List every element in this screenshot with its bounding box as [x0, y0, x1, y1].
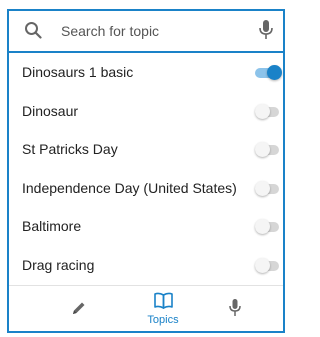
toggle-knob: [255, 103, 270, 119]
topic-row-independence-day: Independence Day (United States): [9, 169, 283, 208]
topic-toggle[interactable]: [255, 219, 281, 235]
microphone-icon[interactable]: [259, 20, 273, 40]
search-icon[interactable]: [24, 21, 42, 39]
microphone-icon: [229, 299, 241, 316]
search-bar: [9, 11, 283, 53]
toggle-knob: [255, 180, 270, 196]
topic-toggle[interactable]: [255, 257, 281, 274]
toggle-knob: [255, 219, 270, 234]
bottom-nav: Topics: [9, 285, 283, 331]
toggle-knob: [255, 257, 270, 273]
topic-row-dinosaur: Dinosaur: [9, 92, 283, 131]
topic-list: Dinosaurs 1 basic Dinosaur St Patricks D…: [9, 53, 283, 284]
topic-row-drag-racing: Drag racing: [9, 246, 283, 285]
topic-label: Dinosaurs 1 basic: [22, 64, 134, 80]
topic-toggle[interactable]: [255, 65, 282, 81]
topic-row-baltimore: Baltimore: [9, 207, 283, 246]
topic-label: Independence Day (United States): [22, 179, 237, 196]
topic-label: Drag racing: [22, 256, 95, 273]
search-input[interactable]: [61, 19, 241, 43]
topic-row-st-patricks-day: St Patricks Day: [9, 130, 283, 169]
topic-toggle[interactable]: [255, 180, 281, 197]
nav-topics-button[interactable]: Topics: [133, 286, 193, 331]
nav-voice-button[interactable]: [205, 286, 265, 331]
topic-row-dinosaurs-1-basic: Dinosaurs 1 basic: [9, 53, 283, 92]
topic-toggle[interactable]: [255, 142, 281, 158]
book-icon: [154, 292, 173, 309]
topic-toggle[interactable]: [255, 103, 281, 120]
pencil-icon: [73, 302, 85, 314]
topic-panel: Dinosaurs 1 basic Dinosaur St Patricks D…: [7, 9, 285, 333]
toggle-knob: [255, 142, 270, 157]
nav-topics-label: Topics: [147, 314, 179, 326]
nav-edit-button[interactable]: [49, 286, 109, 331]
toggle-knob: [267, 65, 282, 80]
topic-label: Dinosaur: [22, 102, 79, 119]
topic-label: Baltimore: [22, 218, 82, 234]
topic-label: St Patricks Day: [22, 141, 118, 157]
